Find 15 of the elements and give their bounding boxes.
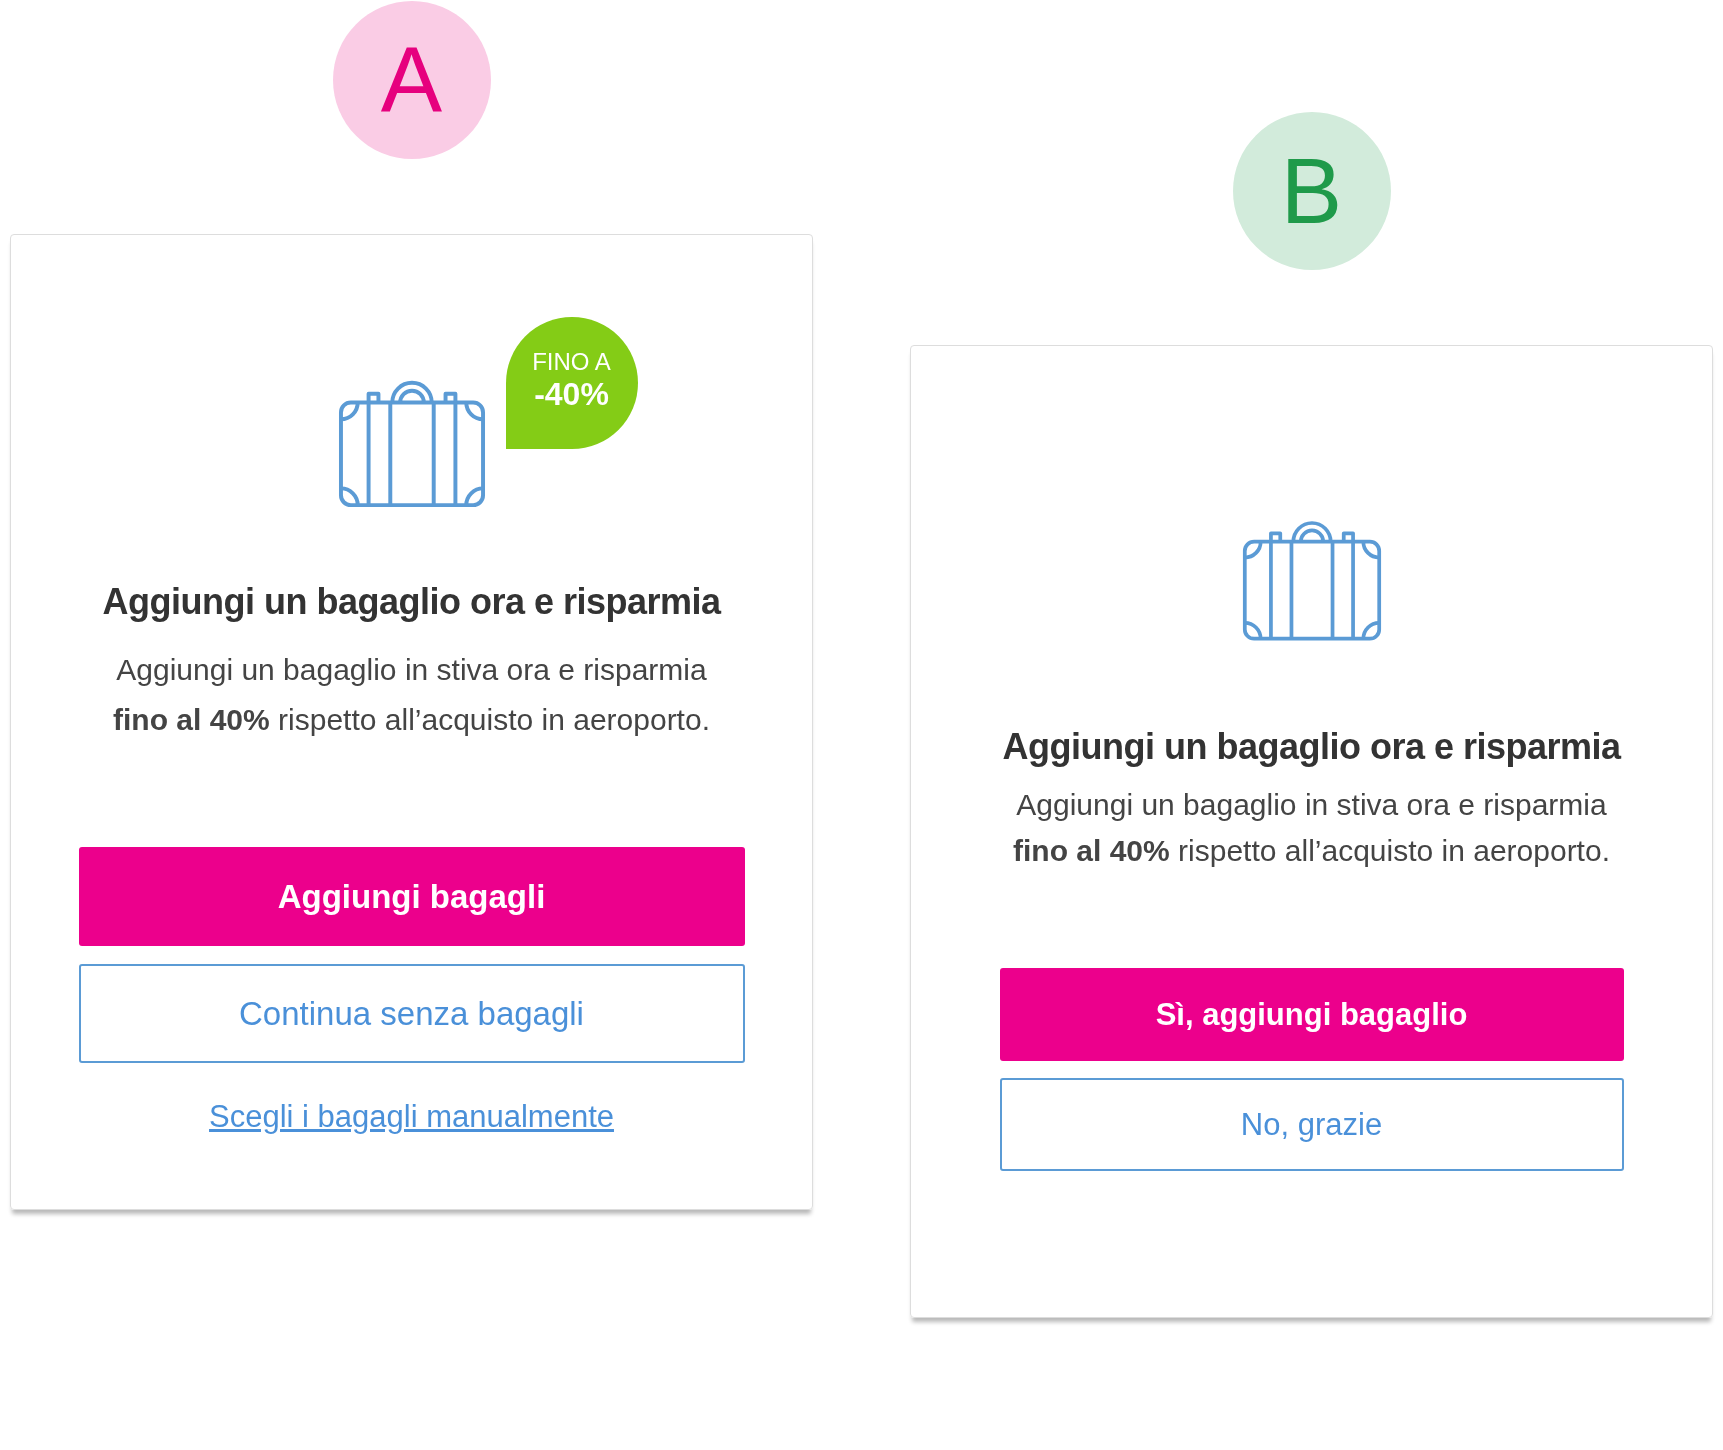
dialog-title: Aggiungi un bagaglio ora e risparmia bbox=[1002, 726, 1621, 768]
badge-caption: FINO A bbox=[532, 347, 611, 376]
text-link[interactable]: Scegli i bagagli manualmente bbox=[209, 1099, 614, 1135]
secondary-button[interactable]: Continua senza bagagli bbox=[78, 964, 745, 1063]
primary-button[interactable]: Sì, aggiungi bagaglio bbox=[999, 968, 1624, 1061]
primary-button[interactable]: Aggiungi bagagli bbox=[78, 847, 745, 946]
body-text: Aggiungi un bagaglio in stiva ora e risparmia bbox=[116, 652, 707, 688]
body-text: fino al 40% rispetto all’acquisto in aeroporto. bbox=[1013, 833, 1610, 869]
secondary-button[interactable]: No, grazie bbox=[999, 1078, 1624, 1171]
dialog-title: Aggiungi un bagaglio ora e risparmia bbox=[102, 581, 721, 623]
badge-value: -40% bbox=[534, 375, 609, 413]
body-text: fino al 40% rispetto all’acquisto in aeroporto. bbox=[113, 702, 710, 738]
variant-label: B bbox=[1280, 145, 1343, 237]
variant-label: A bbox=[380, 34, 443, 126]
body-text: Aggiungi un bagaglio in stiva ora e risparmia bbox=[1016, 787, 1607, 823]
